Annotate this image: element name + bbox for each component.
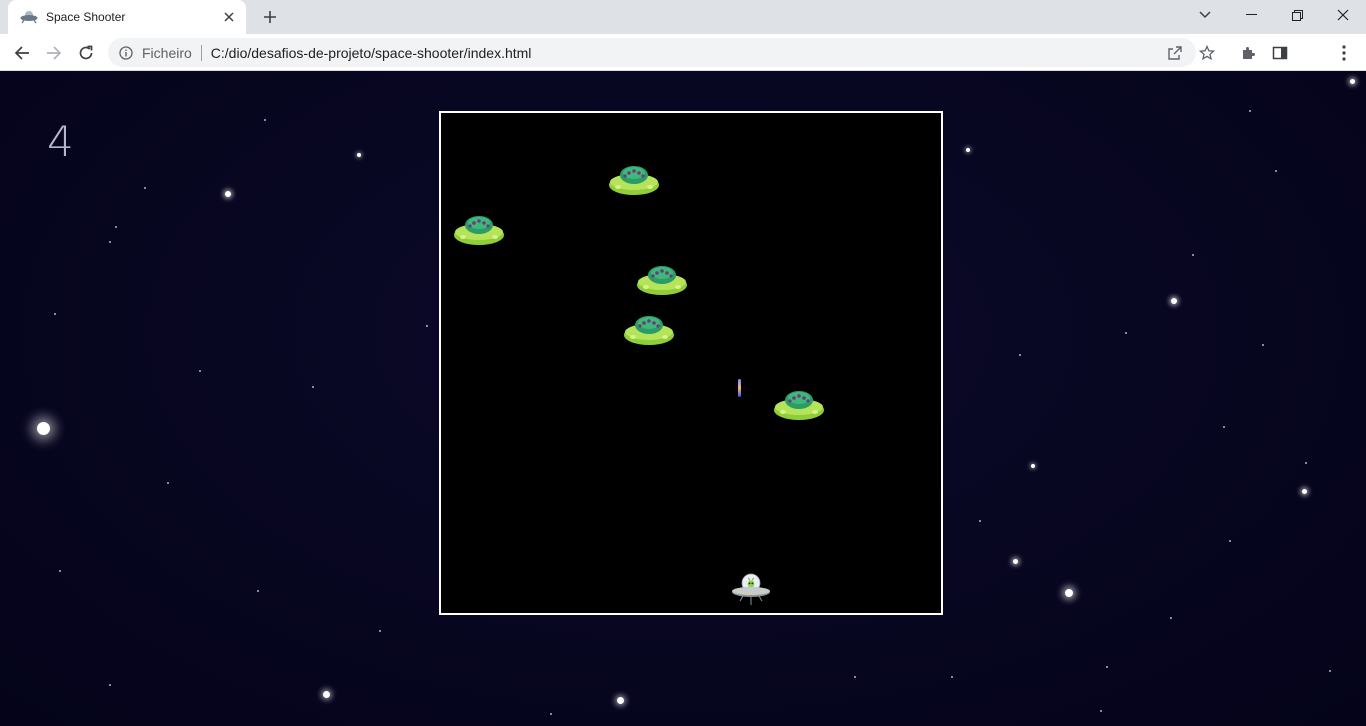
star	[1249, 110, 1251, 112]
star	[1301, 488, 1307, 494]
site-info-label: Ficheiro	[142, 44, 192, 61]
star	[144, 187, 146, 189]
star	[1223, 426, 1225, 428]
alien-saucer-icon	[453, 213, 505, 247]
star	[264, 119, 266, 121]
site-info-chip[interactable]: Ficheiro	[118, 45, 192, 61]
url-text[interactable]: C:/dio/desafios-de-projeto/space-shooter…	[211, 45, 532, 61]
star	[1305, 462, 1307, 464]
star	[1171, 298, 1177, 304]
game-canvas[interactable]	[439, 111, 943, 615]
alien-saucer-icon	[608, 163, 660, 197]
reload-icon[interactable]	[72, 39, 100, 67]
close-window-icon[interactable]	[1320, 0, 1366, 30]
star	[1100, 710, 1102, 712]
tab-search-chevron-down-icon[interactable]	[1182, 0, 1228, 30]
alien-saucer-icon	[773, 388, 825, 422]
star	[1275, 170, 1277, 172]
ufo-favicon-icon	[20, 8, 38, 26]
star	[1170, 617, 1172, 619]
star	[854, 676, 856, 678]
star	[257, 590, 259, 592]
star	[1065, 589, 1073, 597]
star	[426, 325, 428, 327]
star	[1192, 254, 1194, 256]
browser-tab[interactable]: Space Shooter	[8, 0, 246, 34]
star	[357, 153, 361, 157]
alien-saucer-icon	[636, 263, 688, 297]
tab-title: Space Shooter	[46, 10, 126, 24]
star	[616, 696, 624, 704]
star	[1125, 332, 1127, 334]
star	[550, 713, 552, 715]
star	[1012, 558, 1018, 564]
star	[1031, 464, 1035, 468]
star	[109, 241, 111, 243]
browser-toolbar: Ficheiro C:/dio/desafios-de-projeto/spac…	[0, 34, 1366, 71]
address-bar[interactable]: Ficheiro C:/dio/desafios-de-projeto/spac…	[108, 38, 1215, 67]
star	[59, 570, 61, 572]
share-icon[interactable]	[1166, 44, 1184, 62]
back-arrow-icon[interactable]	[8, 39, 36, 67]
star	[1229, 540, 1231, 542]
ufo-player-icon	[731, 572, 771, 606]
star	[36, 421, 50, 435]
star	[979, 520, 981, 522]
star	[1349, 78, 1355, 84]
bookmark-star-icon[interactable]	[1198, 44, 1216, 62]
star	[1262, 344, 1264, 346]
laser-shot	[738, 379, 741, 397]
star	[322, 690, 330, 698]
star	[1106, 666, 1108, 668]
minimize-icon[interactable]	[1228, 0, 1274, 30]
star	[966, 148, 970, 152]
score-counter: 4	[47, 117, 74, 166]
star	[167, 482, 169, 484]
star	[109, 684, 111, 686]
star	[951, 676, 953, 678]
menu-kebab-icon[interactable]	[1334, 43, 1354, 63]
alien-saucer-icon	[623, 313, 675, 347]
star	[54, 313, 56, 315]
omnibox-divider	[200, 44, 202, 61]
game-page: 4	[0, 71, 1366, 726]
extensions-puzzle-icon[interactable]	[1238, 43, 1258, 63]
browser-tab-strip: Space Shooter	[0, 0, 1366, 34]
star	[225, 191, 231, 197]
forward-arrow-icon[interactable]	[40, 39, 68, 67]
info-icon	[118, 45, 134, 61]
close-tab-icon[interactable]	[220, 8, 238, 26]
star	[1019, 354, 1021, 356]
star	[199, 370, 201, 372]
star	[115, 226, 117, 228]
star	[312, 386, 314, 388]
side-panel-icon[interactable]	[1270, 43, 1290, 63]
restore-icon[interactable]	[1274, 0, 1320, 30]
star	[379, 630, 381, 632]
star	[1329, 670, 1331, 672]
new-tab-plus-icon[interactable]	[258, 5, 282, 29]
